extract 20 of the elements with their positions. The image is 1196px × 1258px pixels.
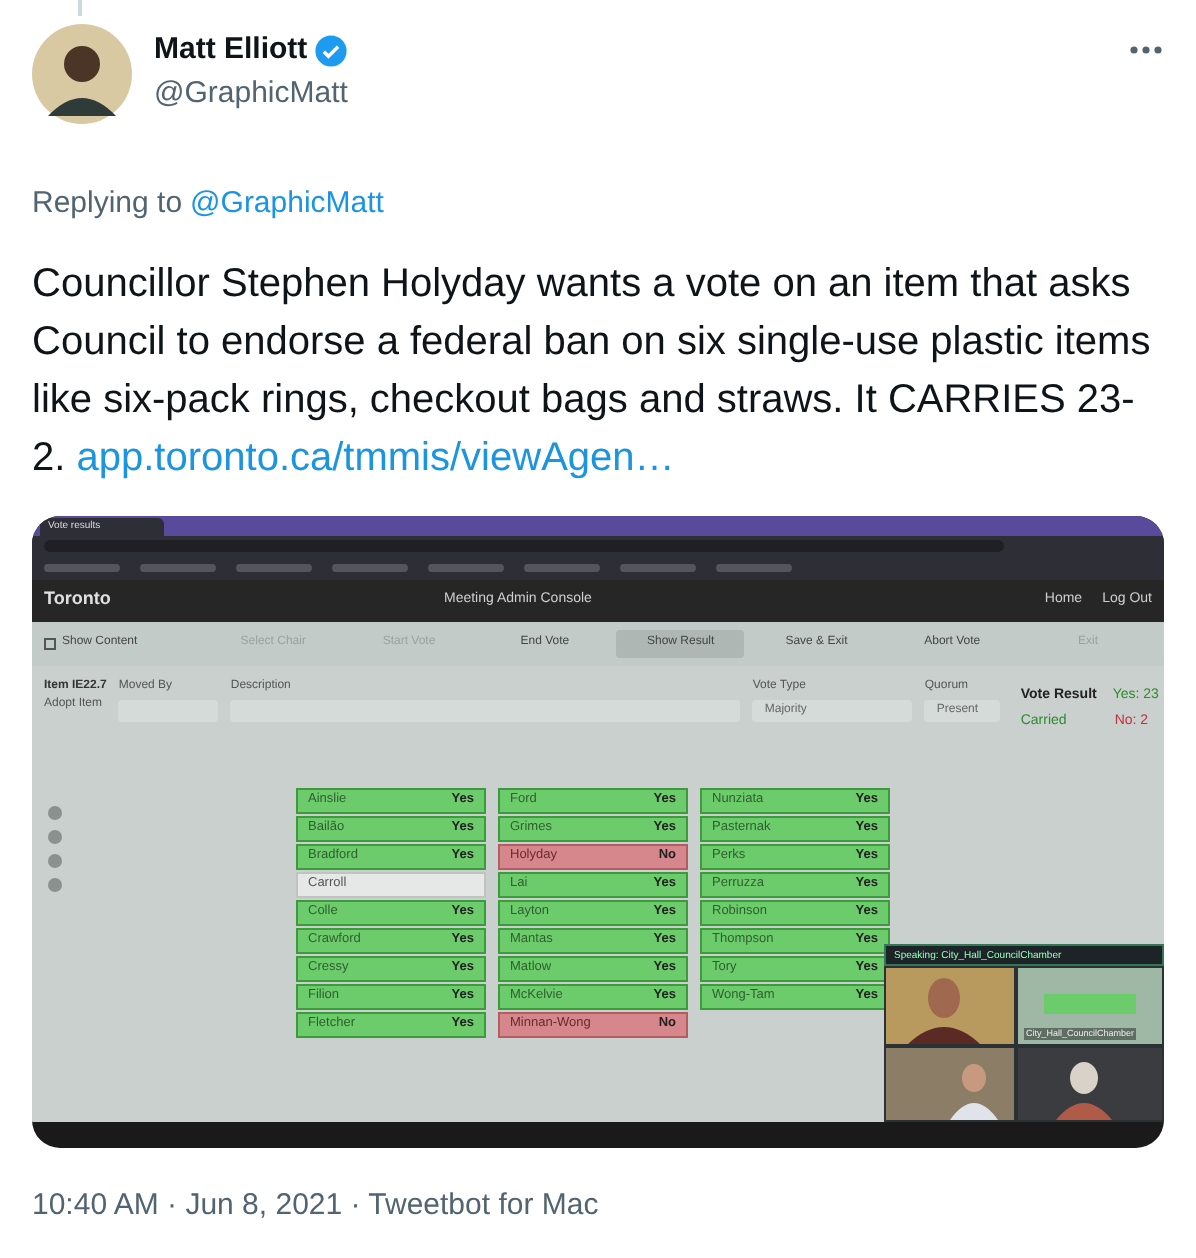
mention-link[interactable]: @GraphicMatt bbox=[190, 182, 384, 227]
avatar[interactable] bbox=[32, 24, 132, 124]
bookmark-item[interactable] bbox=[332, 563, 408, 571]
more-icon[interactable] bbox=[1128, 44, 1164, 56]
address-bar[interactable] bbox=[44, 539, 1004, 551]
author-name[interactable]: Matt Elliott bbox=[154, 28, 308, 73]
bookmark-item[interactable] bbox=[236, 563, 312, 571]
bookmark-item[interactable] bbox=[428, 563, 504, 571]
author-handle[interactable]: @GraphicMatt bbox=[154, 73, 1128, 113]
bookmark-item[interactable] bbox=[44, 563, 120, 571]
site-logo[interactable]: Toronto bbox=[44, 586, 444, 614]
bookmark-item[interactable] bbox=[140, 563, 216, 571]
tweet-text: Councillor Stephen Holyday wants a vote on an item that asks Council to endorse a federal ban on six single-use plastic items like six-pack rings, checkout bags and straws. It CARRIES 23-2. app.toronto.ca/tmmis/viewAgen… bbox=[30, 259, 1153, 483]
link[interactable]: app.toronto.ca/tmmis/viewAgen… bbox=[76, 435, 675, 479]
tweet-timestamp[interactable]: 10:40 AM · Jun 8, 2021 · Tweetbot for Mac bbox=[0, 1183, 1196, 1228]
bookmark-item[interactable] bbox=[524, 563, 600, 571]
bookmark-item[interactable] bbox=[620, 563, 696, 571]
replying-label: Replying to bbox=[32, 184, 183, 224]
bookmark-item[interactable] bbox=[716, 563, 792, 571]
checkbox[interactable] bbox=[44, 637, 56, 649]
